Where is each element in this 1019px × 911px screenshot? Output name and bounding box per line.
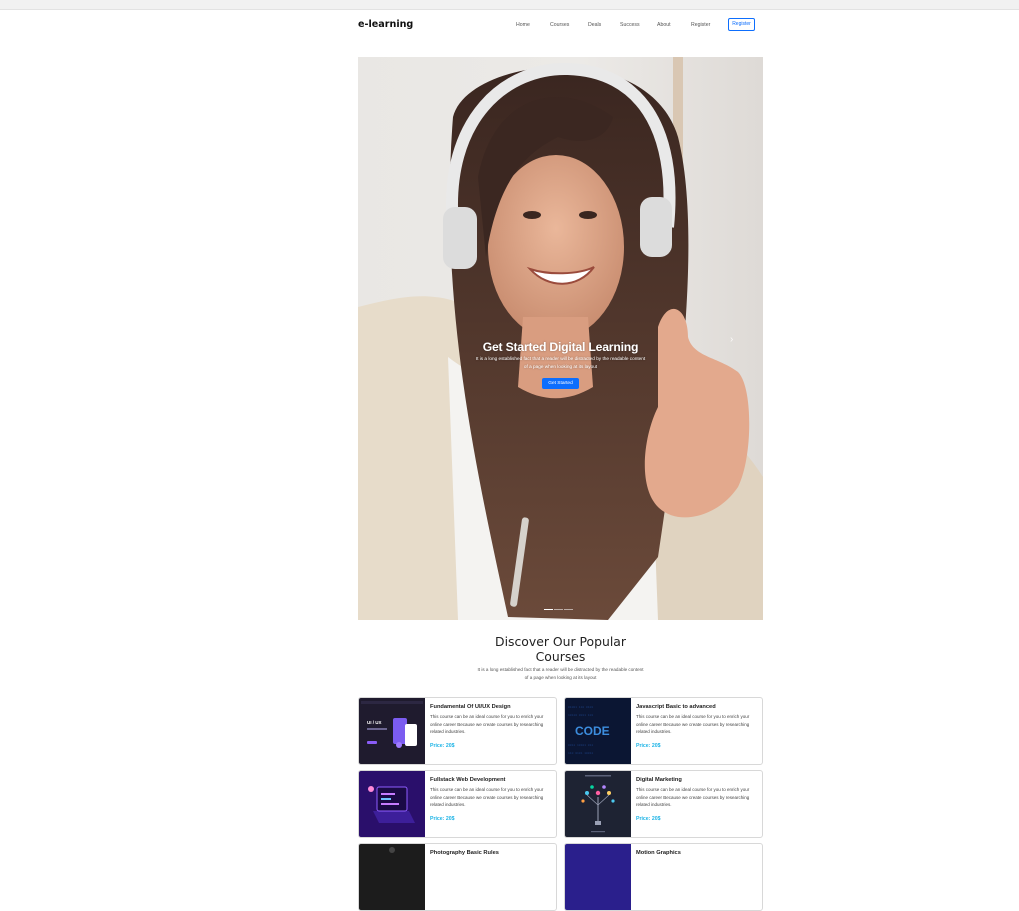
- get-started-button[interactable]: Get Started: [542, 378, 579, 389]
- code-thumbnail-text: CODE: [575, 724, 610, 738]
- navbar: e-learning Home Courses Deals Success Ab…: [358, 18, 763, 34]
- course-thumbnail: [565, 844, 631, 910]
- section-title: Discover Our Popular Courses: [495, 634, 626, 664]
- course-description: This course can be an ideal course for y…: [430, 714, 544, 734]
- course-title[interactable]: Motion Graphics: [636, 850, 681, 856]
- browser-top-strip: [0, 0, 1019, 10]
- course-title[interactable]: Digital Marketing: [636, 777, 682, 783]
- hero-caption: Get Started Digital Learning It is a lon…: [358, 340, 763, 389]
- course-card-photography[interactable]: Photography Basic Rules: [358, 843, 557, 911]
- hero-title: Get Started Digital Learning: [482, 340, 639, 354]
- course-title[interactable]: Fullstack Web Development: [430, 777, 505, 783]
- nav-link-deals[interactable]: Deals: [588, 22, 601, 28]
- nav-link-register[interactable]: Register: [691, 22, 710, 28]
- course-description: This course can be an ideal course for y…: [430, 787, 544, 807]
- uiux-thumbnail-text: UI / UX: [367, 720, 382, 725]
- carousel-indicators: [544, 609, 574, 620]
- register-button[interactable]: Register: [728, 18, 755, 31]
- hero-description: It is a long established fact that a rea…: [475, 356, 646, 369]
- course-card-digital-marketing[interactable]: Digital Marketing This course can be an …: [564, 770, 763, 838]
- course-title[interactable]: Javascript Basic to advanced: [636, 704, 716, 710]
- hero-image: [358, 57, 763, 620]
- nav-link-about[interactable]: About: [657, 22, 671, 28]
- course-price: Price: 20$: [430, 743, 455, 749]
- svg-text:10110 0011 101: 10110 0011 101: [568, 714, 593, 717]
- carousel-indicator-3[interactable]: [564, 609, 573, 611]
- nav-link-courses[interactable]: Courses: [550, 22, 569, 28]
- course-card-uiux[interactable]: UI / UX Fundamental Of UI/UX Design This…: [358, 697, 557, 765]
- course-title[interactable]: Fundamental Of UI/UX Design: [430, 704, 511, 710]
- course-title[interactable]: Photography Basic Rules: [430, 850, 499, 856]
- hero-carousel: Get Started Digital Learning It is a lon…: [358, 57, 763, 620]
- course-price: Price: 20$: [430, 816, 455, 822]
- nav-link-home[interactable]: Home: [516, 22, 530, 28]
- section-subtitle: It is a long established fact that a rea…: [477, 667, 644, 680]
- course-card-fullstack[interactable]: Fullstack Web Development This course ca…: [358, 770, 557, 838]
- course-card-javascript[interactable]: 01001 110 0101 10110 0011 101 0011 10101…: [564, 697, 763, 765]
- svg-text:110 0101 10011: 110 0101 10011: [568, 752, 593, 755]
- course-thumbnail: 01001 110 0101 10110 0011 101 0011 10101…: [565, 698, 631, 764]
- popular-courses-header: Discover Our Popular Courses It is a lon…: [358, 634, 763, 682]
- course-thumbnail: [565, 771, 631, 837]
- nav-link-success[interactable]: Success: [620, 22, 640, 28]
- chevron-right-icon[interactable]: ›: [730, 334, 733, 345]
- course-price: Price: 20$: [636, 743, 661, 749]
- course-price: Price: 20$: [636, 816, 661, 822]
- carousel-indicator-1[interactable]: [544, 609, 553, 611]
- course-thumbnail: [359, 844, 425, 910]
- course-thumbnail: UI / UX: [359, 698, 425, 764]
- course-thumbnail: [359, 771, 425, 837]
- svg-text:01001 110 0101: 01001 110 0101: [568, 706, 593, 709]
- carousel-indicator-2[interactable]: [554, 609, 563, 611]
- course-description: This course can be an ideal course for y…: [636, 787, 750, 807]
- course-card-motion-graphics[interactable]: Motion Graphics: [564, 843, 763, 911]
- svg-text:0011 10101 011: 0011 10101 011: [568, 744, 593, 747]
- brand-logo[interactable]: e-learning: [358, 19, 413, 30]
- course-description: This course can be an ideal course for y…: [636, 714, 750, 734]
